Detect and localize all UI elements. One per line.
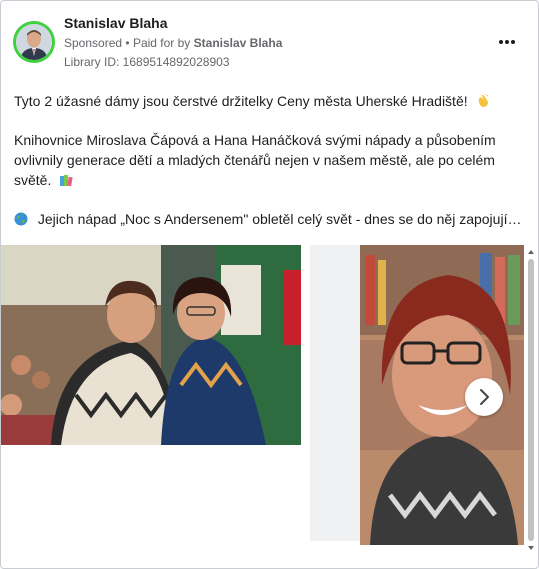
- ad-post-card: Stanislav Blaha Sponsored • Paid for by …: [0, 0, 539, 569]
- post-text-paragraph-3: Jejich nápad „Noc s Andersenem" obletěl …: [14, 209, 529, 229]
- paragraph-3-text: Jejich nápad „Noc s Andersenem" obletěl …: [37, 211, 522, 227]
- more-options-icon[interactable]: [495, 35, 519, 49]
- vertical-scrollbar[interactable]: [526, 245, 536, 555]
- books-icon: [59, 172, 73, 187]
- library-id: Library ID: 1689514892028903: [64, 55, 230, 69]
- paid-for-prefix: Paid for by: [132, 36, 191, 50]
- separator-dot: •: [125, 36, 133, 50]
- carousel-card-1-caption-area: [310, 245, 360, 541]
- carousel-photo-1[interactable]: [1, 245, 301, 445]
- globe-icon: [14, 211, 28, 226]
- chevron-right-icon: [480, 389, 489, 405]
- post-text-paragraph-2: Knihovnice Miroslava Čápová a Hana Hanáč…: [14, 130, 529, 190]
- paragraph-1-text: Tyto 2 úžasné dámy jsou čerstvé držitelk…: [14, 93, 468, 109]
- avatar[interactable]: [13, 21, 55, 63]
- post-text-paragraph-1: Tyto 2 úžasné dámy jsou čerstvé držitelk…: [14, 91, 529, 111]
- avatar-photo: [16, 24, 52, 60]
- image-carousel[interactable]: [1, 245, 524, 545]
- sponsored-label[interactable]: Sponsored: [64, 36, 122, 50]
- sponsored-line: Sponsored • Paid for by Stanislav Blaha: [64, 36, 282, 50]
- scrollbar-thumb[interactable]: [528, 259, 534, 541]
- carousel-next-button[interactable]: [465, 378, 503, 416]
- paid-for-name[interactable]: Stanislav Blaha: [194, 36, 283, 50]
- author-name[interactable]: Stanislav Blaha: [64, 15, 168, 31]
- scroll-down-arrow-icon[interactable]: [526, 543, 536, 553]
- clapping-hands-icon: [476, 93, 490, 107]
- scroll-up-arrow-icon[interactable]: [526, 247, 536, 257]
- paragraph-2-text: Knihovnice Miroslava Čápová a Hana Hanáč…: [14, 132, 496, 188]
